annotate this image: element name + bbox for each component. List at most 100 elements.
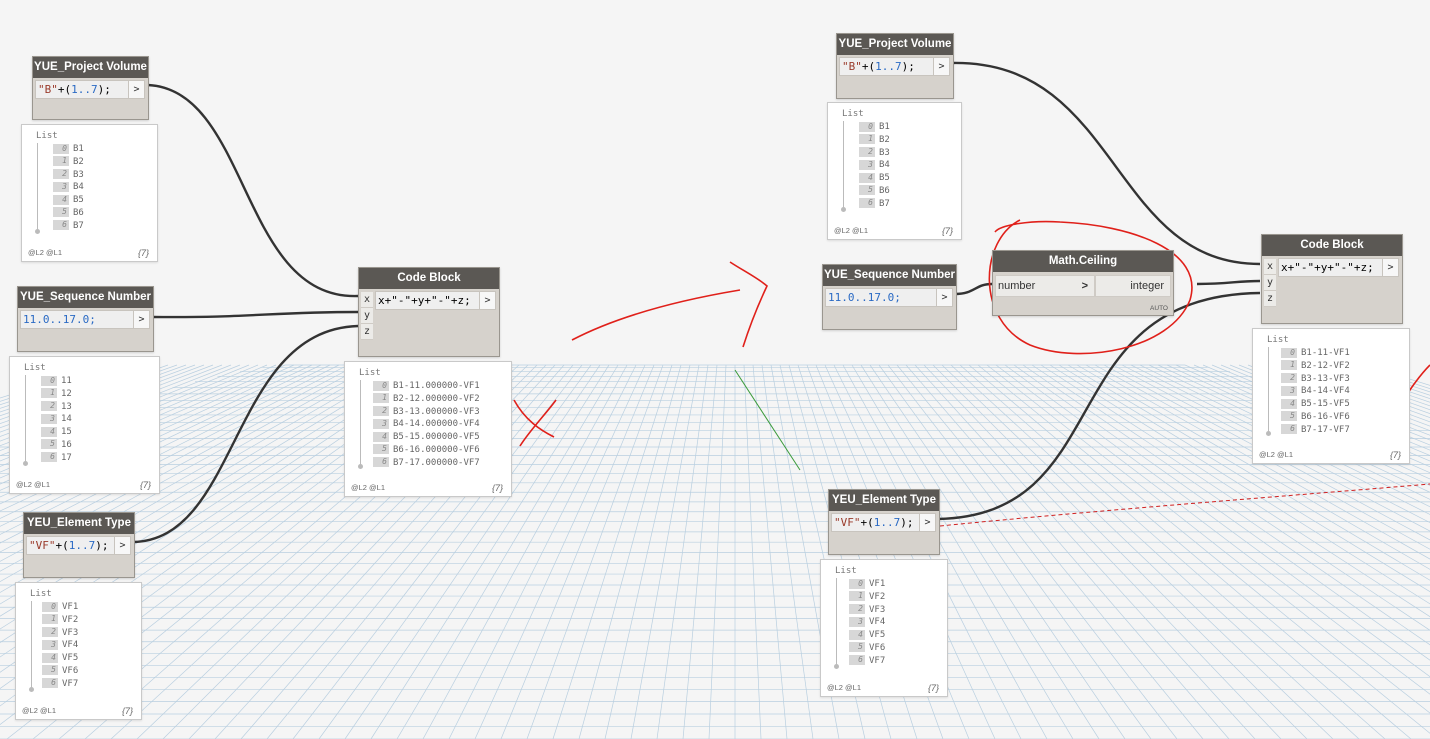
code-input[interactable]: "VF"+(1..7); > [831,513,936,532]
input-number[interactable]: number > [995,275,1095,297]
preview-code-block[interactable]: List 0 B1-11.000000-VF1 1 B2-12.000000-VF2… [344,361,512,497]
node-element-type[interactable]: YEU_Element Type "VF"+(1..7); > [23,512,135,578]
rail-dot [29,687,34,692]
list-item: 1 12 [41,388,72,401]
code-input[interactable]: "B"+(1..7); > [35,80,145,99]
preview-r-code-block[interactable]: List 0 B1-11-VF1 1 B2-12-VF2 2 B3-13-VF3 3B… [1252,328,1410,464]
list-item: 3 B4 [859,159,890,172]
node-r-sequence-number[interactable]: YUE_Sequence Number 11.0..17.0; > [822,264,957,330]
list-levels: @L2 @L1 [351,483,385,492]
list-rail [836,578,837,666]
list-item: 5 16 [41,439,72,452]
preview-r-project-volume[interactable]: List 0 B1 1 B2 2 B3 3 B4 4 B5 5 B6 6 B7 @L2 @L1… [827,102,962,240]
port-x[interactable]: x [1264,259,1276,275]
node-title: YEU_Element Type [24,513,134,534]
list-rail [1268,347,1269,433]
grid-line [914,364,1256,739]
list-count: {7} [941,226,953,236]
grid-line [500,364,655,739]
node-title: Code Block [359,268,499,289]
preview-element-type[interactable]: List 0 VF1 1 VF2 2 VF3 3 VF4 4 VF5 5 VF6 6 VF7 … [15,582,142,720]
list-item: 5 VF6 [849,642,885,655]
output-port[interactable]: > [933,58,949,75]
list-item: 1 B2-12.000000-VF2 [373,393,480,406]
lacing-indicator[interactable]: AUTO [1150,305,1168,312]
list-item: 0 VF1 [42,601,78,614]
wire-sequence-to-y [152,310,359,319]
list-items: 0 B1 1 B2 2 B3 3 B4 4 B5 5 B6 6 B7 [53,143,84,233]
list-count: {7} [927,683,939,693]
node-r-project-volume[interactable]: YUE_Project Volume "B"+(1..7); > [836,33,954,99]
list-item: 5 VF6 [42,665,78,678]
list-item: 3 B4 [53,181,84,194]
port-z[interactable]: z [1264,291,1276,307]
node-title: YUE_Sequence Number [823,265,956,286]
code-input[interactable]: "B"+(1..7); > [839,57,950,76]
list-item: 4 VF5 [42,652,78,665]
grid-line [552,364,673,739]
workspace-canvas[interactable] [0,0,1430,739]
list-items: 0 B1-11.000000-VF1 1 B2-12.000000-VF2 2 B3-… [373,380,480,470]
output-port[interactable]: > [128,81,144,98]
node-project-volume[interactable]: YUE_Project Volume "B"+(1..7); > [32,56,149,120]
output-port[interactable]: > [133,311,149,328]
output-port[interactable]: > [114,537,130,554]
list-levels: @L2 @L1 [827,683,861,692]
list-item: 2 B3 [859,147,890,160]
list-count: {7} [121,706,133,716]
list-item: 4 15 [41,426,72,439]
output-port[interactable]: > [479,292,495,309]
list-levels: @L2 @L1 [16,480,50,489]
rail-dot [841,207,846,212]
list-item: 6 B7-17-VF7 [1281,424,1350,437]
code-input[interactable]: x+"-"+y+"-"+z; > [1278,258,1399,277]
port-z[interactable]: z [361,324,373,340]
code-input[interactable]: 11.0..17.0; > [825,288,953,307]
output-integer[interactable]: integer [1095,275,1171,297]
list-item: 1 VF2 [849,591,885,604]
rail-dot [35,229,40,234]
port-x[interactable]: x [361,292,373,308]
preview-sequence-number[interactable]: List 0 11 1 12 2 13 3 14 4 15 5 16 6 17 @L2 @L1… [9,356,160,494]
rail-dot [1266,431,1271,436]
grid-axis-line [734,369,801,471]
preview-project-volume[interactable]: List 0 B1 1 B2 2 B3 3 B4 4 B5 5 B6 6 B7 @L2 @L1… [21,124,158,262]
node-title: YUE_Project Volume [837,34,953,55]
list-label: List [842,109,864,119]
node-code-block[interactable]: Code Block x+"-"+y+"-"+z; > x y z [358,267,500,357]
wire-dashed-selection [939,483,1430,527]
list-items: 0 B1 1 B2 2 B3 3 B4 4 B5 5 B6 6 B7 [859,121,890,211]
list-rail [360,380,361,466]
wire-r-project-volume-to-x [951,61,1261,266]
list-label: List [835,566,857,576]
node-math-ceiling[interactable]: Math.Ceiling number > integer AUTO [992,250,1174,316]
port-y[interactable]: y [361,308,373,324]
preview-r-element-type[interactable]: List 0 VF1 1 VF2 2 VF3 3 VF4 4 VF5 5 VF6 6 VF7 … [820,559,948,697]
input-ports: x y z [1264,259,1276,307]
output-port[interactable]: > [1382,259,1398,276]
output-port[interactable]: > [936,289,952,306]
list-item: 6 17 [41,452,72,465]
code-input[interactable]: 11.0..17.0; > [20,310,150,329]
list-item: 2 13 [41,401,72,414]
output-port[interactable]: > [919,514,935,531]
list-item: 3 B4-14.000000-VF4 [373,418,480,431]
node-sequence-number[interactable]: YUE_Sequence Number 11.0..17.0; > [17,286,154,352]
list-rail [37,143,38,231]
node-r-element-type[interactable]: YEU_Element Type "VF"+(1..7); > [828,489,940,555]
node-title: Math.Ceiling [993,251,1173,272]
list-item: 4 B5-15-VF5 [1281,398,1350,411]
code-input[interactable]: x+"-"+y+"-"+z; > [375,291,496,310]
code-input[interactable]: "VF"+(1..7); > [26,536,131,555]
list-rail [843,121,844,209]
node-r-code-block[interactable]: Code Block x+"-"+y+"-"+z; > x y z [1261,234,1403,324]
list-items: 0 VF1 1 VF2 2 VF3 3 VF4 4 VF5 5 VF6 6 VF7 [42,601,78,691]
grid-line [526,364,664,739]
list-items: 0 VF1 1 VF2 2 VF3 3 VF4 4 VF5 5 VF6 6 VF7 [849,578,885,668]
port-y[interactable]: y [1264,275,1276,291]
list-items: 0 B1-11-VF1 1 B2-12-VF2 2 B3-13-VF3 3 B4-14-… [1281,347,1350,437]
list-item: 2 VF3 [42,627,78,640]
list-rail [31,601,32,689]
list-item: 5 B6-16.000000-VF6 [373,444,480,457]
list-label: List [30,589,52,599]
